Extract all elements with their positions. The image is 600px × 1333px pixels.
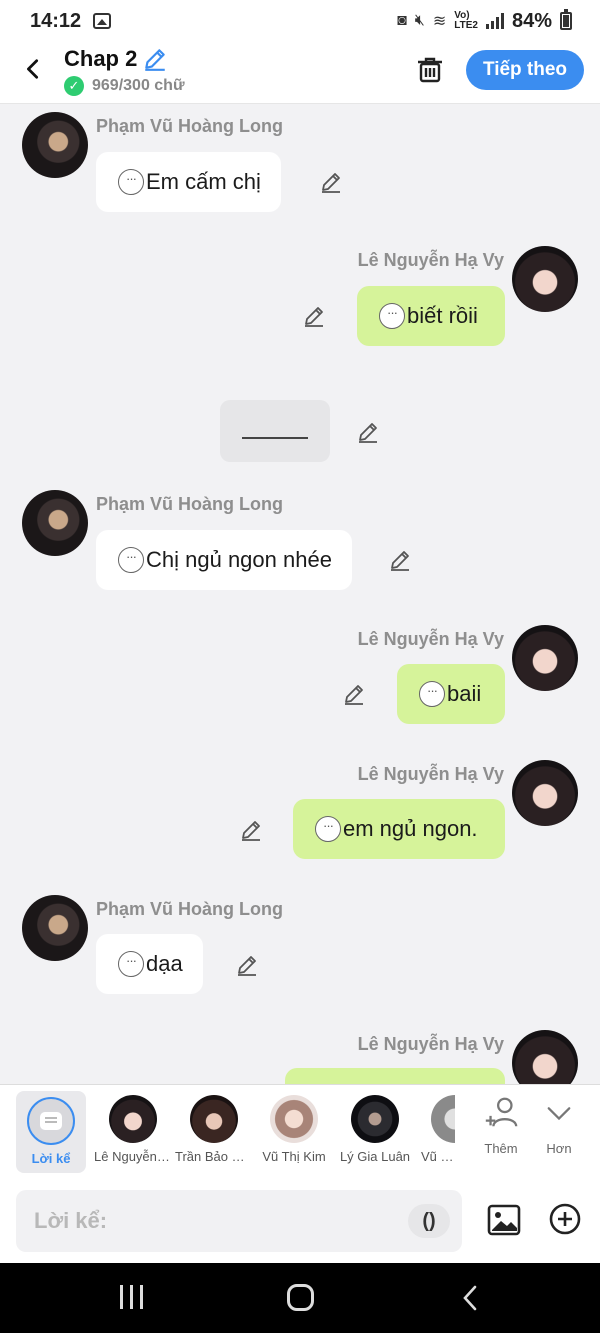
avatar-pham-vu-hoang-long [22, 895, 88, 961]
word-count: ✓ 969/300 chữ [64, 76, 185, 96]
sender-name: Phạm Vũ Hoàng Long [96, 899, 283, 919]
character-label: Lê Nguyễn Hạ Vy [94, 1149, 172, 1164]
sender-name: Lê Nguyễn Hạ Vy [357, 250, 504, 270]
recent-apps-button[interactable] [120, 1285, 143, 1309]
message-text: baii [447, 681, 482, 706]
more-button[interactable]: Hơn [534, 1093, 584, 1156]
volte-icon: Vo) LTE2 [454, 10, 478, 31]
chevron-down-icon [547, 1107, 571, 1121]
message-bubble[interactable]: ··· dạa [96, 934, 203, 994]
sender-name: Phạm Vũ Hoàng Long [96, 116, 283, 136]
message-text: dạa [146, 951, 183, 976]
add-person-icon [485, 1097, 518, 1127]
chat-area[interactable]: Phạm Vũ Hoàng Long ··· Em cấm chị Lê Ngu… [0, 104, 600, 1084]
message-text: em ngủ ngon. [343, 816, 478, 841]
character-label: Trần Bảo Ngọc [175, 1149, 253, 1164]
avatar-le-nguyen-ha-vy [512, 625, 578, 691]
status-bar: 14:12 ◙ 🔇︎ ≋ Vo) LTE2 84% [0, 0, 600, 42]
sender-name: Phạm Vũ Hoàng Long [96, 494, 283, 514]
narration-block[interactable] [220, 400, 330, 462]
sender-name: Lê Nguyễn Hạ Vy [357, 764, 504, 784]
character-avatar [109, 1095, 157, 1143]
message-bubble[interactable]: ··· Chị ngủ ngon nhée [96, 530, 352, 590]
wifi-icon: ≋ [432, 13, 447, 30]
avatar-le-nguyen-ha-vy [512, 246, 578, 312]
dialogue-dots-icon: ··· [118, 169, 144, 195]
narrator-option[interactable]: Lời kể [16, 1091, 86, 1173]
character-avatar [190, 1095, 238, 1143]
edit-pencil-icon[interactable] [319, 170, 343, 194]
signal-icon [485, 13, 504, 29]
sender-name: Lê Nguyễn Hạ Vy [357, 1034, 504, 1054]
dialogue-dots-icon: ··· [419, 681, 445, 707]
edit-pencil-icon[interactable] [302, 304, 326, 328]
dialogue-dots-icon: ··· [118, 547, 144, 573]
message-bubble[interactable]: ··· Em cấm chị [96, 152, 281, 212]
message-text: Chị ngủ ngon nhée [146, 547, 332, 572]
battery-icon [560, 9, 572, 30]
add-circle-icon[interactable] [548, 1202, 582, 1236]
dialogue-dots-icon: ··· [118, 951, 144, 977]
next-button[interactable]: Tiếp theo [466, 50, 584, 90]
status-right: ◙ 🔇︎ ≋ Vo) LTE2 84% [397, 9, 572, 33]
back-button[interactable] [18, 54, 48, 84]
message-bubble[interactable] [285, 1068, 505, 1084]
trash-icon[interactable] [414, 54, 446, 86]
character-tran-bao[interactable]: Trần Bảo Ngọc [175, 1093, 253, 1173]
message-text: Em cấm chị [146, 169, 261, 194]
character-label: Vũ Hoàng [421, 1149, 455, 1164]
home-button[interactable] [287, 1284, 314, 1311]
character-le-nguyen-ha-vy[interactable]: Lê Nguyễn Hạ Vy [94, 1093, 172, 1173]
gallery-notification-icon [93, 13, 112, 29]
chapter-title[interactable]: Chap 2 [64, 46, 137, 72]
character-selector: Lời kể Lê Nguyễn Hạ Vy Trần Bảo Ngọc Vũ … [0, 1084, 600, 1180]
character-avatar [431, 1095, 455, 1143]
message-bubble[interactable]: ··· biết rồii [357, 286, 505, 346]
edit-pencil-icon[interactable] [356, 420, 380, 444]
dialogue-dots-icon: ··· [315, 816, 341, 842]
more-label: Hơn [546, 1141, 572, 1156]
parentheses-button[interactable]: () [408, 1204, 450, 1238]
message-text: biết rồii [407, 303, 478, 328]
add-character-button[interactable]: Thêm [476, 1093, 526, 1156]
add-character-label: Thêm [484, 1141, 518, 1156]
status-time: 14:12 [30, 9, 82, 32]
character-vu-hoang[interactable]: Vũ Hoàng [417, 1093, 455, 1173]
story-input[interactable] [16, 1190, 462, 1252]
dialogue-dots-icon: ··· [379, 303, 405, 329]
edit-pencil-icon[interactable] [235, 953, 259, 977]
image-icon[interactable] [486, 1202, 522, 1238]
dnd-icon: ◙ [397, 12, 407, 29]
narrator-icon [27, 1097, 75, 1145]
avatar-le-nguyen-ha-vy [512, 760, 578, 826]
narrator-label: Lời kể [31, 1151, 71, 1166]
word-count-text: 969/300 chữ [92, 77, 185, 94]
battery-percent: 84% [511, 9, 552, 32]
mute-icon: 🔇︎ [414, 12, 425, 29]
character-label: Lý Gia Luân [339, 1149, 411, 1164]
message-bubble[interactable]: ··· baii [397, 664, 505, 724]
composer-bar: () [0, 1180, 600, 1263]
chapter-header: Chap 2 ✓ 969/300 chữ Tiếp theo [0, 42, 600, 104]
avatar-le-nguyen-ha-vy [512, 1030, 578, 1084]
system-nav-bar [0, 1263, 600, 1333]
empty-narration-line [242, 437, 308, 439]
sender-name: Lê Nguyễn Hạ Vy [357, 629, 504, 649]
system-back-icon[interactable] [458, 1284, 482, 1312]
character-vu-thi-kim[interactable]: Vũ Thị Kim [255, 1093, 333, 1173]
character-avatar [351, 1095, 399, 1143]
character-label: Vũ Thị Kim [262, 1149, 326, 1164]
character-avatar [270, 1095, 318, 1143]
edit-pencil-icon[interactable] [388, 548, 412, 572]
avatar-pham-vu-hoang-long [22, 490, 88, 556]
edit-title-pencil-icon[interactable] [142, 46, 168, 72]
edit-pencil-icon[interactable] [342, 682, 366, 706]
status-left: 14:12 [30, 9, 112, 33]
edit-pencil-icon[interactable] [239, 818, 263, 842]
message-bubble[interactable]: ··· em ngủ ngon. [293, 799, 505, 859]
chevron-left-icon [27, 59, 39, 79]
character-ly-gia-luan[interactable]: Lý Gia Luân [336, 1093, 414, 1173]
avatar-pham-vu-hoang-long [22, 112, 88, 178]
check-icon: ✓ [64, 76, 84, 96]
